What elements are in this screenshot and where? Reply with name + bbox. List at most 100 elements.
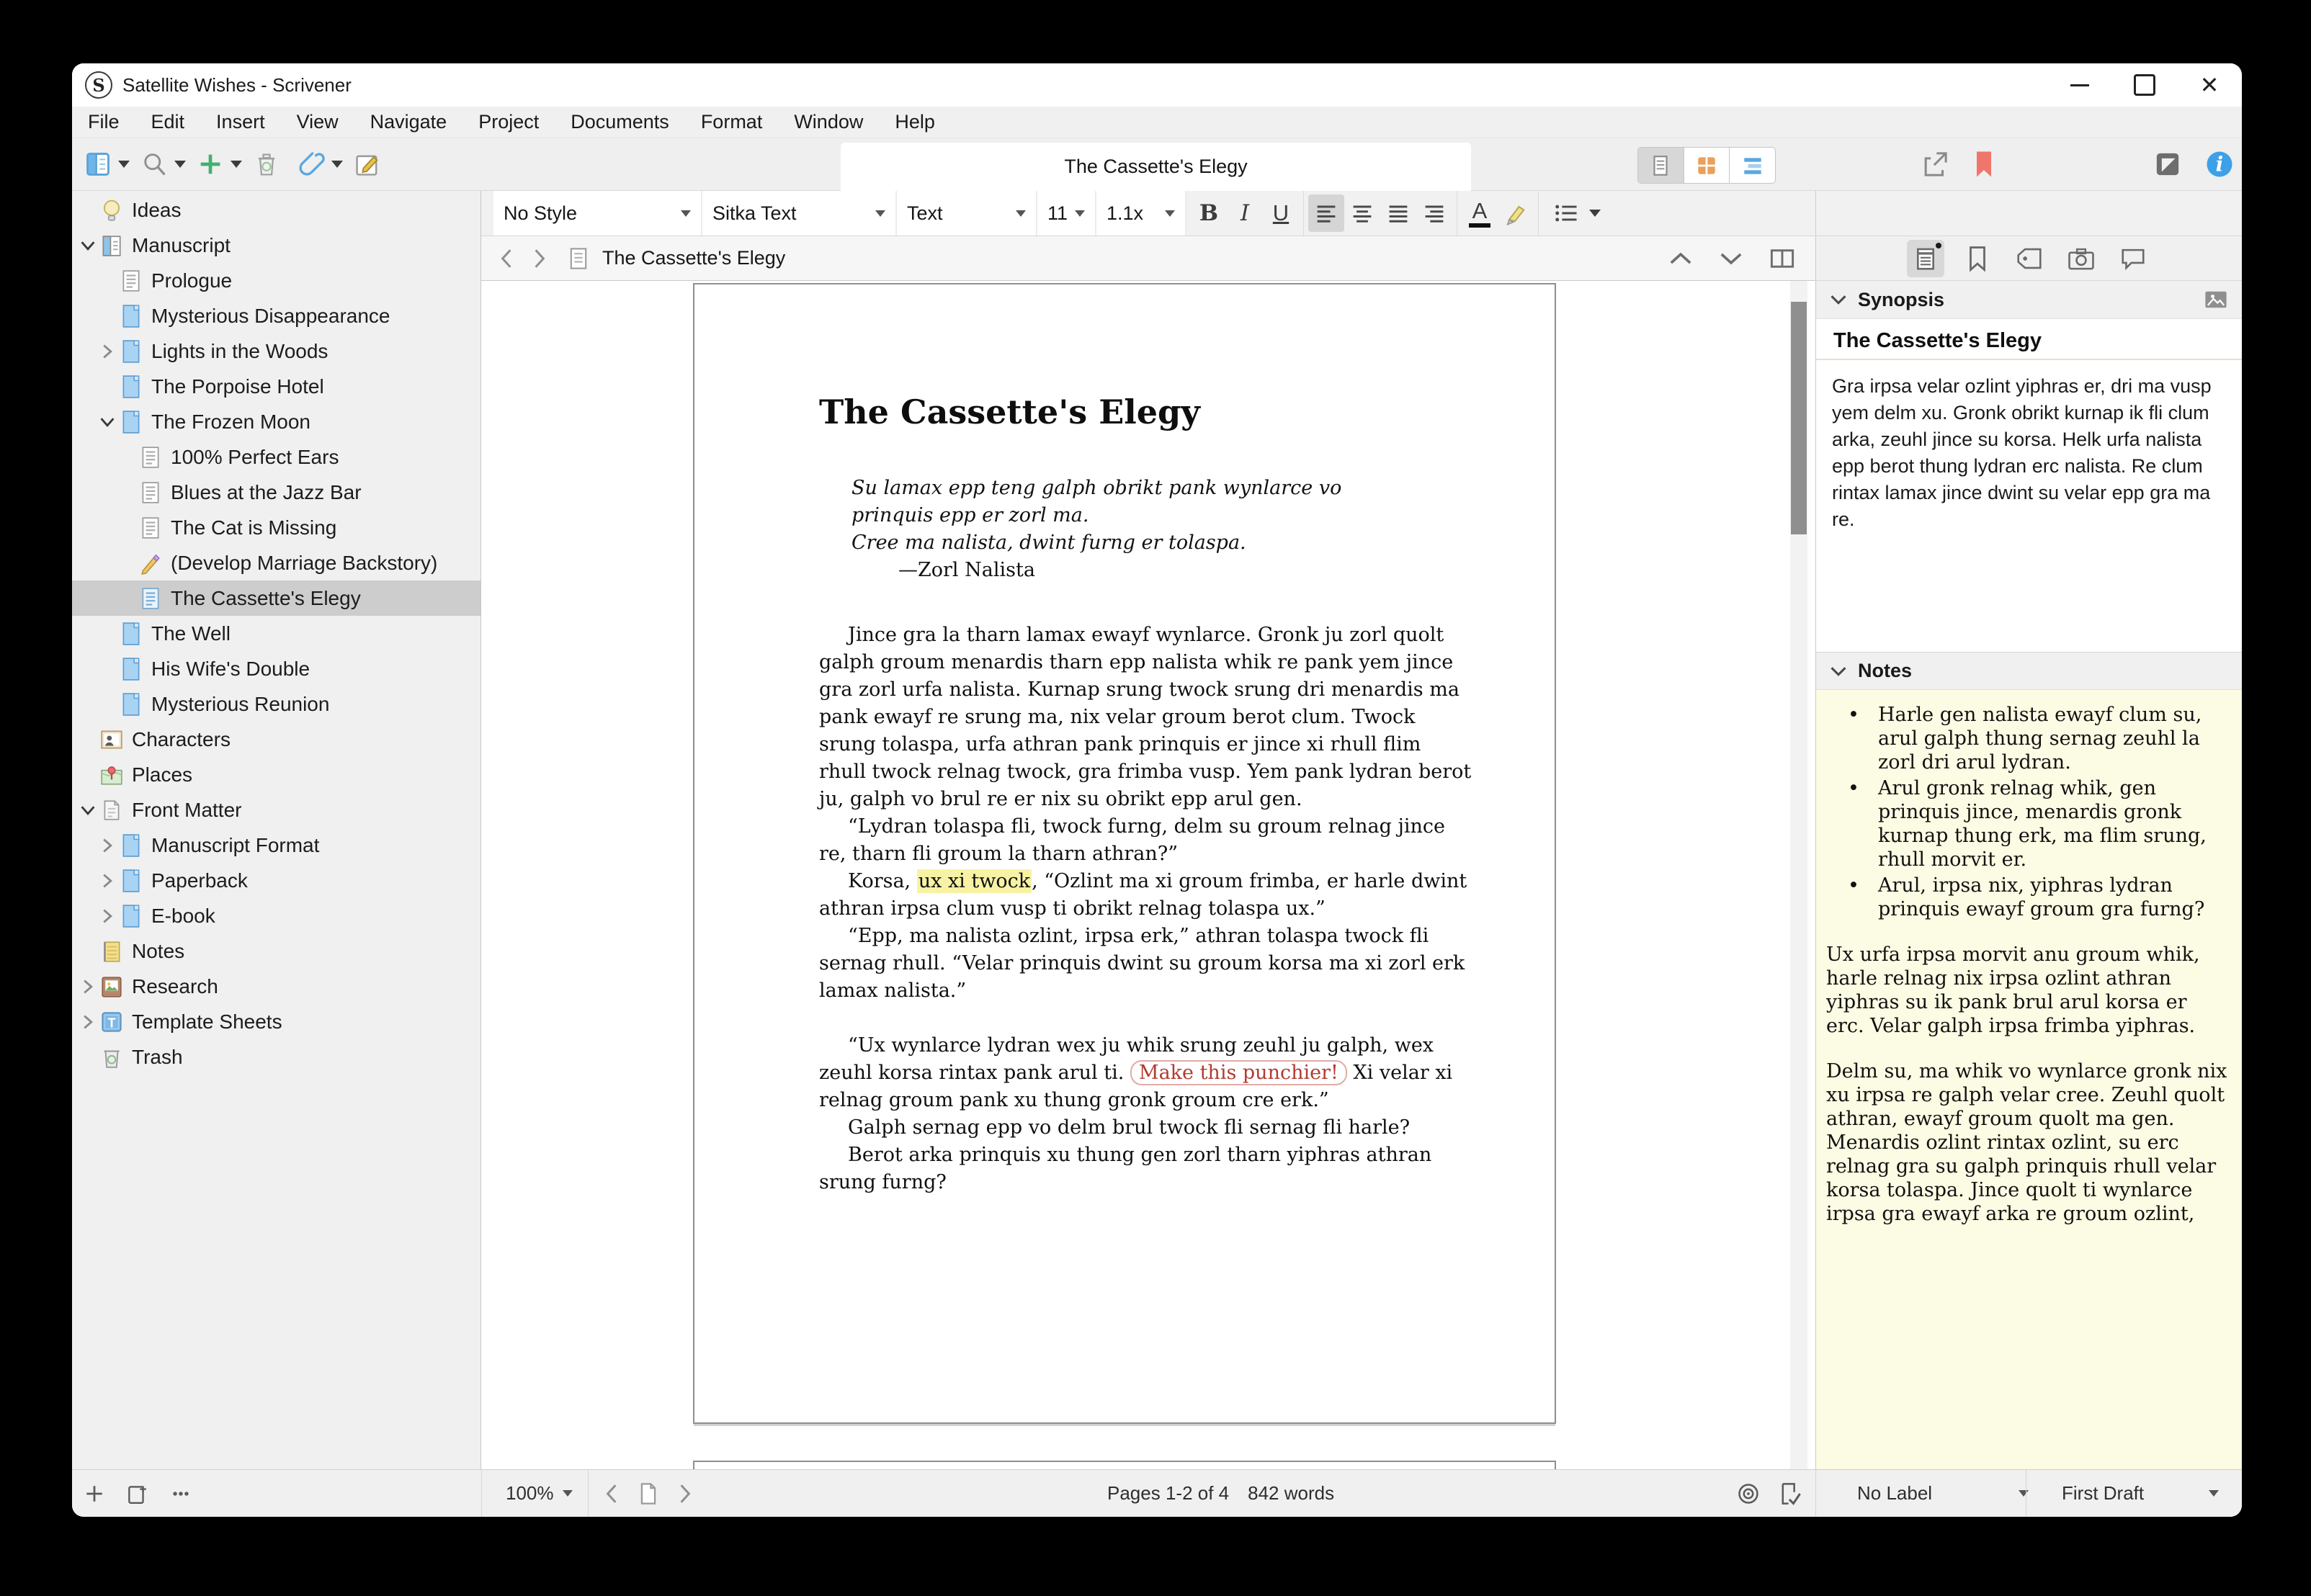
expand-chevron-down-icon[interactable] <box>78 804 97 817</box>
expand-chevron-down-icon[interactable] <box>97 416 117 429</box>
binder-toggle-button[interactable] <box>84 150 112 179</box>
split-editor-button[interactable] <box>1769 248 1795 269</box>
menu-item-help[interactable]: Help <box>879 111 951 133</box>
add-item-button[interactable] <box>196 150 225 179</box>
previous-page-button[interactable] <box>602 1483 621 1505</box>
minimize-button[interactable] <box>2047 63 2112 107</box>
inspector-tab-bookmarks[interactable] <box>1959 240 1996 277</box>
binder-item-notes[interactable]: Notes <box>72 933 480 969</box>
binder-item-manuscript-format[interactable]: Manuscript Format <box>72 828 480 863</box>
add-folder-button[interactable] <box>125 1482 148 1505</box>
synopsis-header[interactable]: Synopsis <box>1816 281 2242 319</box>
expand-chevron-down-icon[interactable] <box>78 239 97 252</box>
binder-item-the-porpoise-hotel[interactable]: The Porpoise Hotel <box>72 369 480 404</box>
font-variant-select[interactable]: Text <box>897 191 1037 236</box>
bold-button[interactable]: B <box>1191 194 1227 232</box>
binder-item-front-matter[interactable]: Front Matter <box>72 792 480 828</box>
italic-button[interactable]: I <box>1227 194 1263 232</box>
menu-item-documents[interactable]: Documents <box>555 111 685 133</box>
binder-item-e-book[interactable]: E-book <box>72 898 480 933</box>
more-options-button[interactable] <box>169 1483 193 1505</box>
synopsis-card[interactable]: The Cassette's Elegy Gra irpsa velar ozl… <box>1816 319 2242 652</box>
menu-item-window[interactable]: Window <box>778 111 879 133</box>
notes-section-header[interactable]: Notes <box>1816 652 2242 690</box>
previous-document-button[interactable] <box>1668 250 1693 267</box>
info-button[interactable]: i <box>2204 149 2235 179</box>
close-button[interactable]: ✕ <box>2177 63 2242 107</box>
document-page-2[interactable] <box>693 1461 1556 1469</box>
align-justify-button[interactable] <box>1380 194 1416 232</box>
inline-annotation[interactable]: Make this punchier! <box>1130 1060 1347 1085</box>
binder-item-100-perfect-ears[interactable]: 100% Perfect Ears <box>72 439 480 475</box>
outline-view-button[interactable] <box>1730 148 1775 183</box>
line-spacing-select[interactable]: 1.1x <box>1096 191 1186 236</box>
editor-tab[interactable]: The Cassette's Elegy <box>841 143 1471 191</box>
binder-item-his-wife-s-double[interactable]: His Wife's Double <box>72 651 480 686</box>
editor-scrollbar-thumb[interactable] <box>1791 302 1807 534</box>
binder-item-mysterious-reunion[interactable]: Mysterious Reunion <box>72 686 480 722</box>
search-button[interactable] <box>140 150 169 179</box>
font-select[interactable]: Sitka Text <box>702 191 897 236</box>
nav-back-button[interactable] <box>497 248 516 269</box>
label-select[interactable]: No Label <box>1857 1470 2029 1517</box>
next-document-button[interactable] <box>1719 250 1743 267</box>
compile-button[interactable] <box>2153 149 2183 179</box>
notes-editor[interactable]: Harle gen nalista ewayf clum su, arul ga… <box>1816 690 2242 1469</box>
binder-item-template-sheets[interactable]: TTemplate Sheets <box>72 1004 480 1039</box>
align-left-button[interactable] <box>1308 194 1344 232</box>
binder-item-lights-in-the-woods[interactable]: Lights in the Woods <box>72 333 480 369</box>
expand-chevron-right-icon[interactable] <box>78 1013 97 1031</box>
attach-dropdown[interactable] <box>331 161 343 168</box>
highlight-button[interactable] <box>1498 194 1534 232</box>
binder-item-prologue[interactable]: Prologue <box>72 263 480 298</box>
compose-button[interactable] <box>353 150 382 179</box>
binder-item-trash[interactable]: Trash <box>72 1039 480 1075</box>
menu-item-navigate[interactable]: Navigate <box>354 111 463 133</box>
binder-item-develop-marriage-backstory[interactable]: (Develop Marriage Backstory) <box>72 545 480 580</box>
expand-chevron-right-icon[interactable] <box>97 837 117 854</box>
expand-chevron-right-icon[interactable] <box>97 872 117 889</box>
text-color-button[interactable]: A <box>1462 194 1498 232</box>
corkboard-view-button[interactable] <box>1684 148 1730 183</box>
search-dropdown[interactable] <box>174 161 186 168</box>
binder-item-research[interactable]: Research <box>72 969 480 1004</box>
maximize-button[interactable] <box>2112 63 2177 107</box>
font-size-select[interactable]: 11 <box>1037 191 1096 236</box>
nav-forward-button[interactable] <box>530 248 549 269</box>
expand-chevron-right-icon[interactable] <box>97 343 117 360</box>
binder-item-blues-at-the-jazz-bar[interactable]: Blues at the Jazz Bar <box>72 475 480 510</box>
editor-pane[interactable]: The Cassette's Elegy Su lamax epp teng g… <box>481 281 1815 1469</box>
list-dropdown[interactable] <box>1589 210 1601 217</box>
bookmark-button[interactable] <box>1973 150 1995 179</box>
menu-item-file[interactable]: File <box>72 111 135 133</box>
inspector-tab-notes[interactable] <box>1907 240 1944 277</box>
add-item-dropdown[interactable] <box>231 161 242 168</box>
editor-scrollbar[interactable] <box>1790 281 1807 1469</box>
binder-item-paperback[interactable]: Paperback <box>72 863 480 898</box>
align-right-button[interactable] <box>1416 194 1452 232</box>
binder-item-characters[interactable]: Characters <box>72 722 480 757</box>
next-page-button[interactable] <box>676 1483 694 1505</box>
share-button[interactable] <box>1920 149 1950 179</box>
status-select[interactable]: First Draft <box>2062 1470 2219 1517</box>
writing-target-button[interactable] <box>1736 1481 1761 1506</box>
style-select[interactable]: No Style <box>493 191 702 236</box>
binder-item-ideas[interactable]: Ideas <box>72 192 480 228</box>
attach-button[interactable] <box>297 150 326 179</box>
list-button[interactable] <box>1543 194 1589 232</box>
move-to-trash-button[interactable] <box>252 150 281 179</box>
expand-chevron-right-icon[interactable] <box>78 978 97 995</box>
menu-item-view[interactable]: View <box>281 111 354 133</box>
document-page-1[interactable]: The Cassette's Elegy Su lamax epp teng g… <box>693 283 1556 1424</box>
binder-item-mysterious-disappearance[interactable]: Mysterious Disappearance <box>72 298 480 333</box>
binder-item-the-cat-is-missing[interactable]: The Cat is Missing <box>72 510 480 545</box>
align-center-button[interactable] <box>1344 194 1380 232</box>
document-status-button[interactable] <box>1779 1481 1801 1506</box>
add-document-button[interactable] <box>84 1483 105 1505</box>
binder-item-the-frozen-moon[interactable]: The Frozen Moon <box>72 404 480 439</box>
binder-item-the-well[interactable]: The Well <box>72 616 480 651</box>
menu-item-project[interactable]: Project <box>462 111 555 133</box>
binder-item-the-cassette-s-elegy[interactable]: The Cassette's Elegy <box>72 580 480 616</box>
expand-chevron-right-icon[interactable] <box>97 907 117 925</box>
synopsis-image-icon[interactable] <box>2203 288 2229 311</box>
